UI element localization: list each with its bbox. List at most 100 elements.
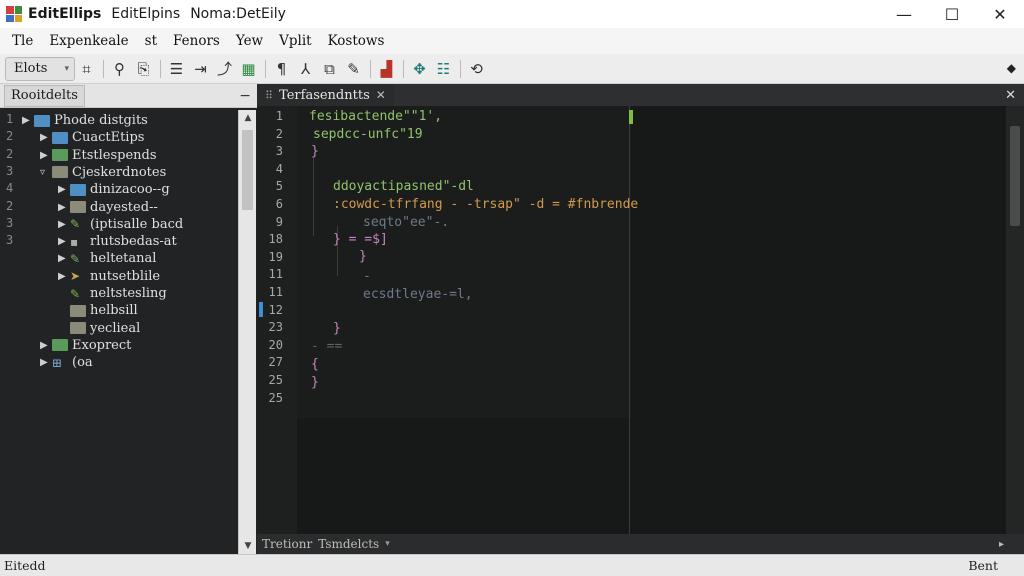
editor-scroll-thumb[interactable] <box>1010 126 1020 226</box>
tree-item-label: (iptisalle bacd <box>90 216 184 232</box>
expand-arrow-icon[interactable]: ▶ <box>58 202 70 213</box>
menu-st[interactable]: st <box>137 33 165 49</box>
tree-item[interactable]: ▶ Exoprect <box>40 337 131 354</box>
line-number: 3 <box>275 144 283 159</box>
expand-arrow-icon[interactable]: ▶ <box>58 253 70 264</box>
scroll-right-icon[interactable]: ▸ <box>999 539 1004 550</box>
file-icon: ▪ <box>70 234 79 249</box>
expand-arrow-icon[interactable]: ▶ <box>22 115 34 126</box>
tree-item[interactable]: yeclieal <box>58 320 140 337</box>
close-editor-icon[interactable]: ✕ <box>1005 88 1016 103</box>
bar-chart-icon[interactable]: ▟ <box>375 57 398 81</box>
toolbar-divider <box>103 59 104 78</box>
menu-favors[interactable]: Fenors <box>165 33 228 49</box>
magnifier-icon[interactable]: ⚲ <box>108 57 131 81</box>
menu-windows[interactable]: Kostows <box>320 33 393 49</box>
close-tab-icon[interactable]: ✕ <box>376 88 386 102</box>
maximize-button[interactable]: ☐ <box>928 0 976 28</box>
status-left: Eitedd <box>4 558 46 573</box>
line-number: 20 <box>268 337 283 352</box>
indent-icon[interactable]: ⇥ <box>189 57 212 81</box>
code-area[interactable]: fesibactende""1', sepdcc-unfc"19} ddoyacti… <box>297 106 1007 536</box>
chevron-down-icon: ▾ <box>64 63 69 74</box>
tree-item[interactable]: ▶ ▪ rlutsbedas-at <box>58 233 177 250</box>
menu-experimental[interactable]: Expenkeale <box>41 33 136 49</box>
folder-icon <box>70 201 86 213</box>
bottom-tab-models[interactable]: Tsmdelcts <box>318 537 379 551</box>
margin-guide <box>629 106 630 536</box>
bookmark-icon[interactable]: ⧉ <box>318 57 341 81</box>
folder-icon <box>52 339 68 352</box>
editor-scrollbar[interactable] <box>1006 106 1024 536</box>
project-tree: ▶ Phode distgits ▶ CuactEtips ▶ Etstlespends ▿… <box>0 110 238 554</box>
list-icon[interactable]: ☰ <box>165 57 188 81</box>
tree-item[interactable]: ▶ ✎ heltetanal <box>58 250 156 267</box>
line-number: 5 <box>275 179 283 194</box>
overflow-dot-icon[interactable]: ◆ <box>1007 61 1016 75</box>
bottom-tab-functions[interactable]: Tretionr <box>262 537 312 551</box>
tree-line-number: 3 <box>6 215 14 230</box>
project-explorer-header: Rooitdelts − <box>0 84 257 108</box>
window-title-project: Noma:DetEily <box>190 6 286 22</box>
chevron-down-icon[interactable]: ▾ <box>385 539 390 549</box>
compass-icon[interactable]: ✥ <box>408 57 431 81</box>
code-line: } <box>311 144 319 159</box>
tree-item[interactable]: ▿ Cjeskerdnotes <box>40 164 166 181</box>
find-file-icon[interactable]: ⎘ <box>132 57 155 81</box>
project-explorer-tab[interactable]: Rooitdelts <box>4 84 85 107</box>
cycle-icon[interactable]: ⟲ <box>465 57 488 81</box>
tree-item[interactable]: ▶ ➤ nutsetblile <box>58 268 160 285</box>
expand-arrow-icon[interactable]: ▶ <box>58 219 70 230</box>
tree-line-number: 2 <box>6 129 14 144</box>
tree-line-number: 2 <box>6 198 14 213</box>
tree-item[interactable]: ▶ dinizacoo--g <box>58 181 170 198</box>
tree-item[interactable]: ▶ Phode distgits <box>22 112 148 129</box>
code-line: } <box>333 321 341 336</box>
expand-arrow-icon[interactable]: ▶ <box>58 236 70 247</box>
panel-minimize-button[interactable]: − <box>239 88 251 104</box>
menu-view[interactable]: Yew <box>228 33 271 49</box>
branch-icon[interactable]: ⅄ <box>294 57 317 81</box>
folder-icon <box>70 304 86 317</box>
close-button[interactable]: ✕ <box>976 0 1024 28</box>
expand-arrow-icon[interactable]: ▶ <box>40 340 52 351</box>
grid-icon[interactable]: ⌗ <box>75 57 98 81</box>
rebase-icon[interactable]: ⤴ <box>213 57 236 81</box>
toolbar-select[interactable]: Elots ▾ <box>5 56 75 81</box>
tree-item-label: neltstesling <box>90 286 167 301</box>
tree-item[interactable]: helbsill <box>58 302 138 319</box>
editor-tab[interactable]: ⠿ Terfasendntts ✕ <box>257 84 394 106</box>
tree-item[interactable]: ▶ dayested-- <box>58 199 158 216</box>
minimize-button[interactable]: — <box>880 0 928 28</box>
settings-lines-icon[interactable]: ☷ <box>432 57 455 81</box>
pen-icon[interactable]: ✎ <box>342 57 365 81</box>
tree-item[interactable]: ▶ CuactEtips <box>40 129 144 146</box>
tree-item-label: dayested-- <box>90 199 158 215</box>
menu-split[interactable]: Vplit <box>271 33 319 49</box>
tree-item[interactable]: ▶ ⊞ (oa <box>40 354 93 371</box>
tree-scroll-thumb[interactable] <box>242 130 253 210</box>
package-icon[interactable]: ▦ <box>237 57 260 81</box>
expand-arrow-icon[interactable]: ▶ <box>58 271 70 282</box>
tree-item[interactable]: ▶ ✎ (iptisalle bacd <box>58 216 183 233</box>
expand-arrow-icon[interactable]: ▶ <box>40 132 52 143</box>
editor-tab-label: Terfasendntts <box>279 87 370 103</box>
paragraph-icon[interactable]: ¶ <box>270 57 293 81</box>
scroll-down-icon[interactable]: ▼ <box>239 541 257 551</box>
expand-arrow-icon[interactable]: ▶ <box>40 357 52 368</box>
tree-item-label: Cjeskerdnotes <box>72 164 167 180</box>
arrow-file-icon: ➤ <box>70 269 81 284</box>
tree-item[interactable]: ▶ Etstlespends <box>40 147 157 164</box>
folder-icon <box>52 131 68 144</box>
breakpoint-marker[interactable] <box>259 301 263 317</box>
expand-arrow-icon[interactable]: ▶ <box>40 150 52 161</box>
code-line: seqto"ee"-. <box>363 215 450 230</box>
code-block-region <box>297 106 631 418</box>
toolbar-divider <box>265 59 266 78</box>
code-line: :cowdc-tfrfang - -trsap" -d = #fnbrende <box>333 197 639 212</box>
expand-open-icon[interactable]: ▿ <box>40 167 52 178</box>
indent-guide <box>313 156 314 236</box>
tree-item[interactable]: ✎ neltstesling <box>58 285 167 302</box>
menu-file[interactable]: Tle <box>4 33 41 49</box>
expand-arrow-icon[interactable]: ▶ <box>58 184 70 195</box>
